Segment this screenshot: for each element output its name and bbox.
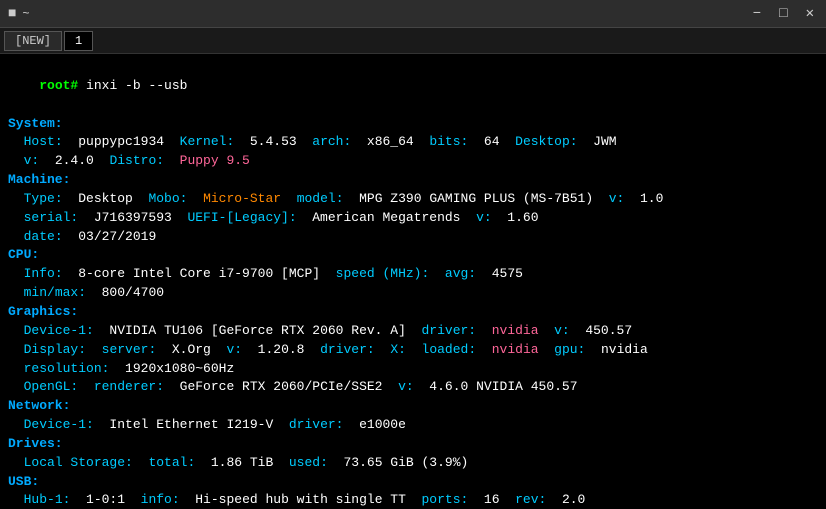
- section-network: Network:: [8, 397, 818, 416]
- line-cpu-info: Info: 8-core Intel Core i7-9700 [MCP] sp…: [8, 265, 818, 284]
- tab-bar: [NEW] 1: [0, 28, 826, 54]
- line-opengl: OpenGL: renderer: GeForce RTX 2060/PCIe/…: [8, 378, 818, 397]
- title-bar-left: ■ ~: [8, 6, 30, 22]
- section-system: System:: [8, 115, 818, 134]
- maximize-button[interactable]: □: [775, 4, 791, 24]
- section-graphics: Graphics:: [8, 303, 818, 322]
- tab-new[interactable]: [NEW]: [4, 31, 62, 51]
- line-serial: serial: J716397593 UEFI-[Legacy]: Americ…: [8, 209, 818, 228]
- terminal-window[interactable]: root# inxi -b --usb System: Host: puppyp…: [0, 54, 826, 509]
- title-text: ~: [22, 7, 29, 21]
- tab-1[interactable]: 1: [64, 31, 93, 51]
- line-host: Host: puppypc1934 Kernel: 5.4.53 arch: x…: [8, 133, 818, 152]
- minimize-button[interactable]: −: [749, 4, 765, 24]
- section-usb: USB:: [8, 473, 818, 492]
- terminal-prompt-line: root# inxi -b --usb: [8, 58, 818, 115]
- close-button[interactable]: ✕: [802, 3, 818, 24]
- line-date: date: 03/27/2019: [8, 228, 818, 247]
- line-network-device: Device-1: Intel Ethernet I219-V driver: …: [8, 416, 818, 435]
- window-controls: − □ ✕: [749, 3, 818, 24]
- line-version: v: 2.4.0 Distro: Puppy 9.5: [8, 152, 818, 171]
- section-cpu: CPU:: [8, 246, 818, 265]
- line-type: Type: Desktop Mobo: Micro-Star model: MP…: [8, 190, 818, 209]
- section-drives: Drives:: [8, 435, 818, 454]
- section-machine: Machine:: [8, 171, 818, 190]
- line-display: Display: server: X.Org v: 1.20.8 driver:…: [8, 341, 818, 360]
- line-gpu-device: Device-1: NVIDIA TU106 [GeForce RTX 2060…: [8, 322, 818, 341]
- line-resolution: resolution: 1920x1080~60Hz: [8, 360, 818, 379]
- app-icon: ■: [8, 6, 16, 22]
- line-storage: Local Storage: total: 1.86 TiB used: 73.…: [8, 454, 818, 473]
- line-cpu-minmax: min/max: 800/4700: [8, 284, 818, 303]
- title-bar: ■ ~ − □ ✕: [0, 0, 826, 28]
- prompt-text: root#: [39, 78, 78, 93]
- line-hub-1: Hub-1: 1-0:1 info: Hi-speed hub with sin…: [8, 491, 818, 509]
- command-text: inxi -b --usb: [78, 78, 187, 93]
